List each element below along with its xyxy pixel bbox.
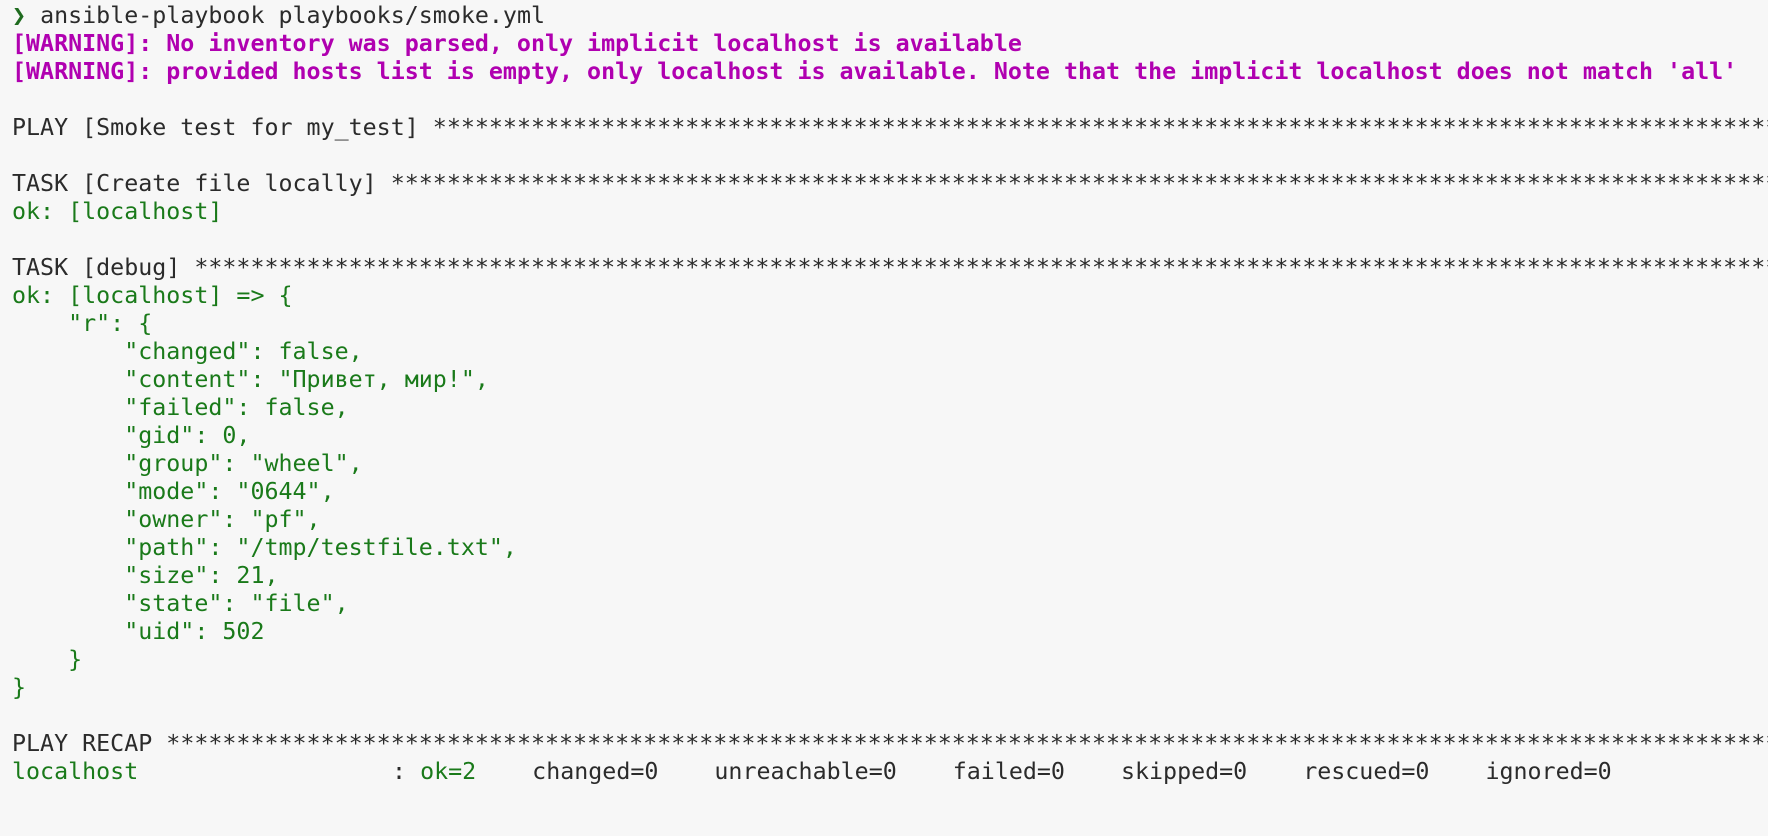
recap-ok: ok=2 [420, 758, 477, 785]
play-title: PLAY [Smoke test for my_test] [12, 114, 419, 141]
recap-unreachable: unreachable=0 [714, 758, 897, 785]
command-line: ❯ ansible-playbook playbooks/smoke.yml [12, 2, 1768, 30]
recap-header: PLAY RECAP *****************************… [12, 730, 1768, 758]
debug-line: ok: [localhost] => { [12, 282, 293, 309]
warning-no-inventory: [WARNING]: No inventory was parsed, only… [12, 30, 1022, 57]
debug-line: "state": "file", [12, 590, 349, 617]
recap-failed: failed=0 [952, 758, 1065, 785]
task-create-title: TASK [Create file locally] [12, 170, 377, 197]
task-create-stars: ****************************************… [390, 170, 1768, 197]
task-debug-stars: ****************************************… [194, 254, 1768, 281]
debug-line: "failed": false, [12, 394, 349, 421]
warning-empty-hosts: [WARNING]: provided hosts list is empty,… [12, 58, 1738, 85]
debug-line: "mode": "0644", [12, 478, 335, 505]
recap-ignored: ignored=0 [1485, 758, 1612, 785]
debug-line: } [12, 646, 83, 673]
recap-skipped: skipped=0 [1120, 758, 1248, 785]
terminal-output[interactable]: ❯ ansible-playbook playbooks/smoke.yml [… [12, 2, 1768, 836]
recap-row: localhost : ok=2 changed=0 unreachable=0… [12, 758, 1768, 786]
task-debug-title: TASK [debug] [12, 254, 181, 281]
task-debug-header: TASK [debug] ***************************… [12, 254, 1768, 282]
recap-changed: changed=0 [532, 758, 659, 785]
debug-line: "owner": "pf", [12, 506, 321, 533]
debug-line: "size": 21, [12, 562, 279, 589]
recap-host: localhost [12, 758, 139, 785]
command-text: ansible-playbook playbooks/smoke.yml [40, 2, 545, 29]
debug-line: "group": "wheel", [12, 450, 363, 477]
task-create-header: TASK [Create file locally] *************… [12, 170, 1768, 198]
recap-rescued: rescued=0 [1303, 758, 1430, 785]
debug-line: "changed": false, [12, 338, 363, 365]
play-header: PLAY [Smoke test for my_test] **********… [12, 114, 1768, 142]
debug-line: "gid": 0, [12, 422, 251, 449]
debug-line: "content": "Привет, мир!", [12, 366, 489, 393]
task-create-result: ok: [localhost] [12, 198, 223, 225]
recap-title: PLAY RECAP [12, 730, 153, 757]
debug-line: "r": { [12, 310, 153, 337]
debug-line: } [12, 674, 27, 701]
recap-colon: : [392, 758, 421, 785]
recap-stars: ****************************************… [166, 730, 1768, 757]
debug-line: "uid": 502 [12, 618, 265, 645]
debug-line: "path": "/tmp/testfile.txt", [12, 534, 517, 561]
play-stars: ****************************************… [432, 114, 1768, 141]
prompt-chevron-icon: ❯ [12, 2, 27, 29]
